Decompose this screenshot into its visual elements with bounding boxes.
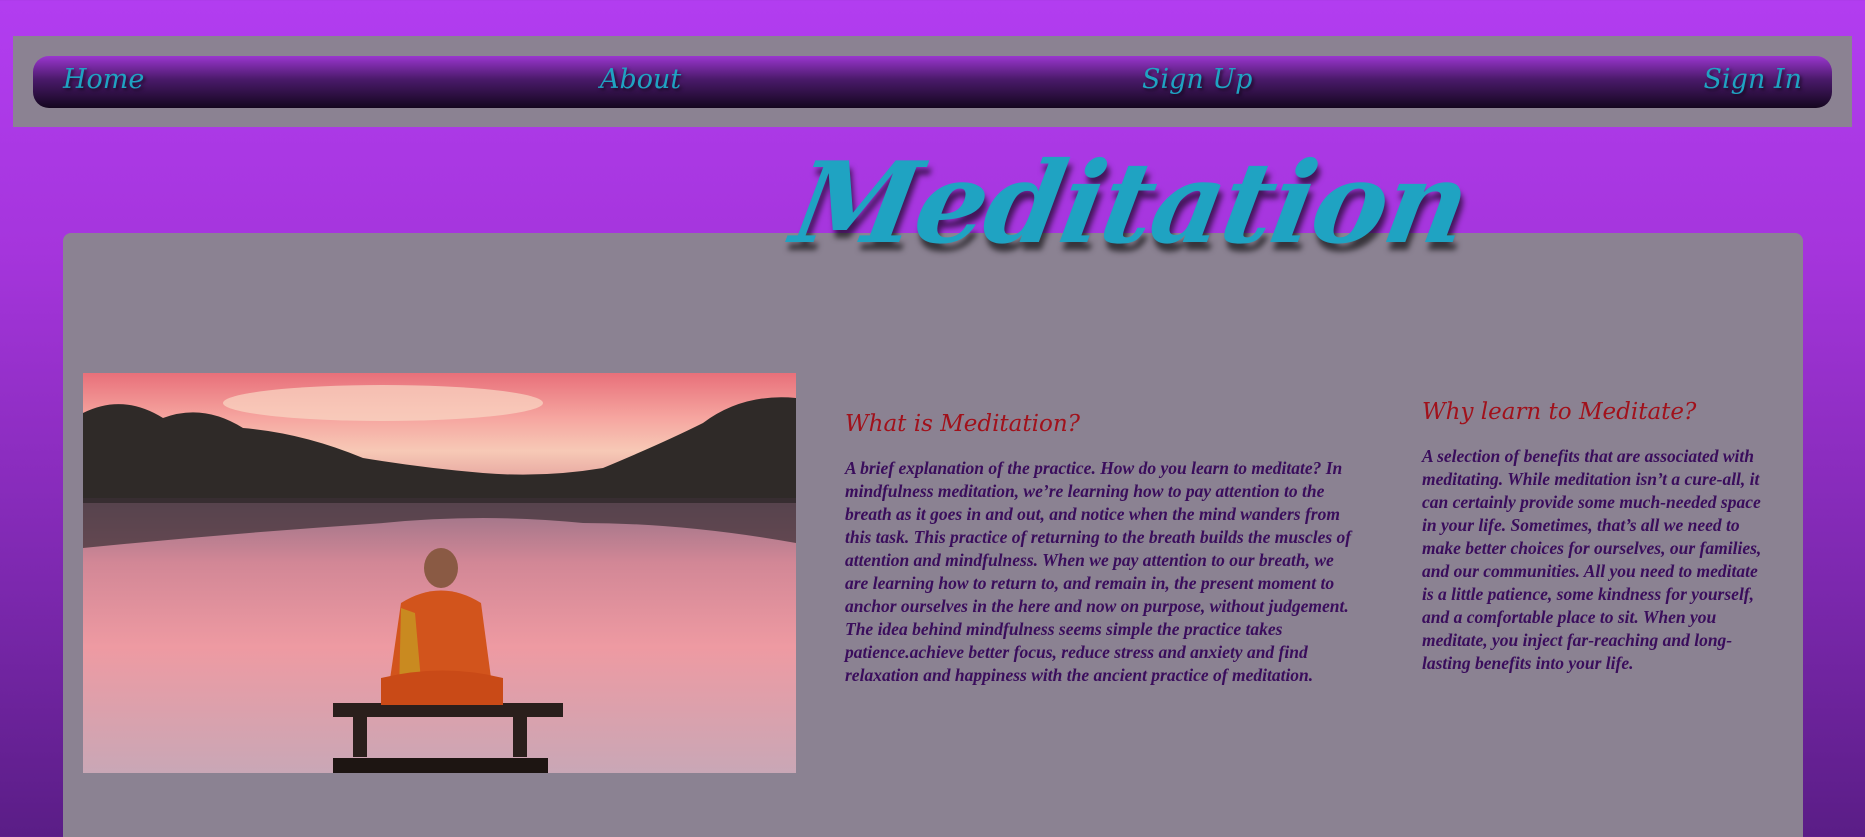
page-title: Meditation: [783, 138, 1478, 269]
nav-container: Home About Sign Up Sign In: [13, 36, 1852, 127]
what-is-meditation-text: A brief explanation of the practice. How…: [845, 458, 1352, 685]
why-meditate-text: A selection of benefits that are associa…: [1422, 446, 1762, 673]
why-meditate-section: Why learn to Meditate? A selection of be…: [1422, 399, 1762, 675]
what-is-meditation-heading: What is Meditation?: [845, 411, 1080, 437]
nav-link-home[interactable]: Home: [63, 64, 144, 95]
nav-link-signin[interactable]: Sign In: [1704, 64, 1802, 95]
why-meditate-heading: Why learn to Meditate?: [1422, 399, 1697, 425]
what-is-meditation-section: What is Meditation? A brief explanation …: [845, 411, 1355, 687]
nav-link-signup[interactable]: Sign Up: [1142, 64, 1252, 95]
navbar: Home About Sign Up Sign In: [33, 56, 1832, 108]
nav-link-about[interactable]: About: [600, 64, 681, 95]
meditation-photo: [83, 373, 796, 773]
